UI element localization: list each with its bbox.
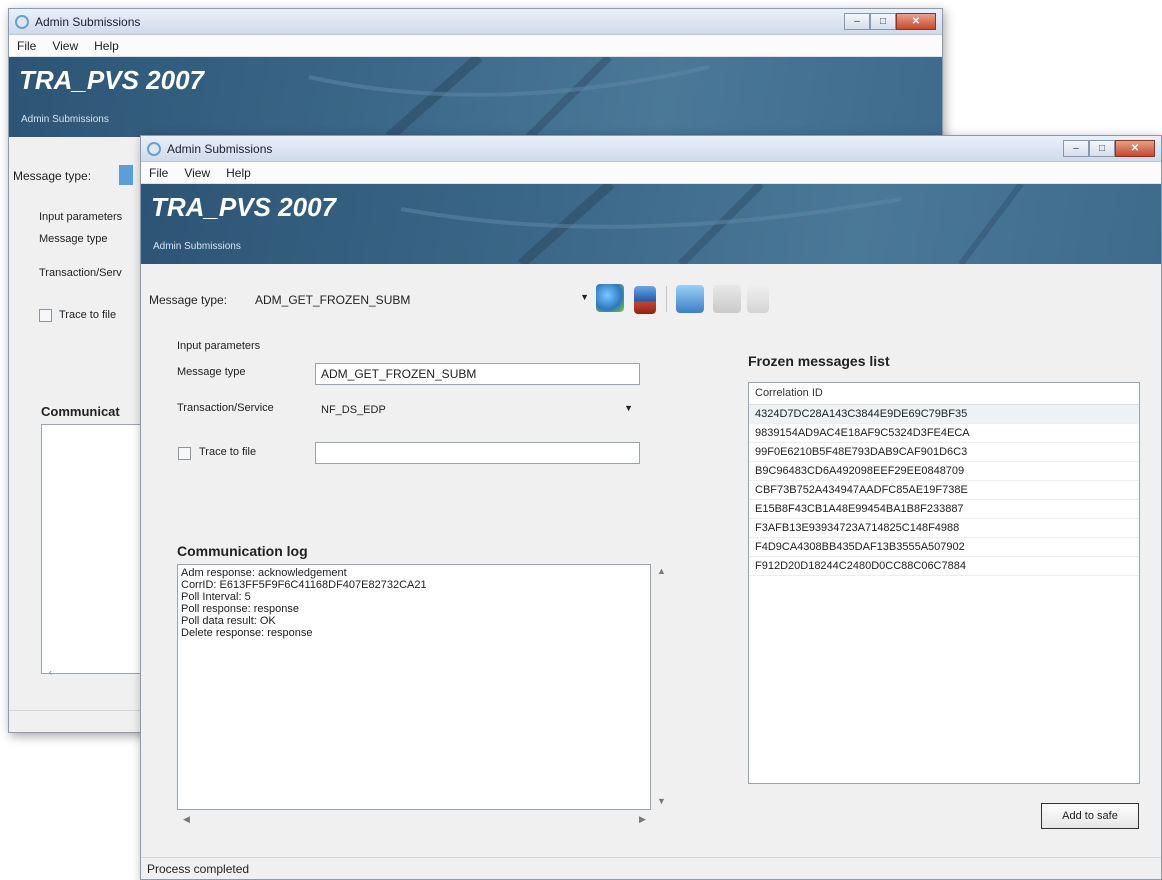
list-item[interactable]: 99F0E6210B5F48E793DAB9CAF901D6C3 <box>749 443 1139 462</box>
trace-to-file-label: Trace to file <box>59 309 117 321</box>
minimize-button[interactable]: – <box>844 13 870 30</box>
transaction-service-label: Transaction/Service <box>177 402 274 414</box>
banner: TRA_PVS 2007 Admin Submissions <box>141 184 1161 264</box>
list-item[interactable]: F4D9CA4308BB435DAF13B3555A507902 <box>749 538 1139 557</box>
close-button[interactable]: ✕ <box>896 13 936 30</box>
communication-log-title: Communicat <box>41 404 120 419</box>
list-item[interactable]: B9C96483CD6A492098EEF29EE0848709 <box>749 462 1139 481</box>
maximize-button[interactable]: □ <box>1089 140 1115 157</box>
menu-view[interactable]: View <box>52 39 78 53</box>
add-to-safe-button[interactable]: Add to safe <box>1041 803 1139 829</box>
log-line: Adm response: acknowledgement <box>181 567 347 579</box>
message-type-combo[interactable] <box>119 165 133 185</box>
banner-title: TRA_PVS 2007 <box>19 65 204 95</box>
window-title: Admin Submissions <box>167 141 273 156</box>
scroll-left-icon[interactable]: ◀ <box>183 814 190 825</box>
communication-log-box[interactable]: Adm response: acknowledgement CorrID: E6… <box>177 564 651 810</box>
trace-to-file-label: Trace to file <box>199 446 257 458</box>
chevron-down-icon: ▼ <box>624 403 633 413</box>
log-line: Poll Interval: 5 <box>181 591 251 603</box>
menu-view[interactable]: View <box>184 166 210 180</box>
trace-to-file-checkbox[interactable] <box>178 447 191 460</box>
status-bar: Process completed <box>141 857 1161 879</box>
front-window: Admin Submissions – □ ✕ File View Help T… <box>140 135 1162 880</box>
message-type-field-label: Message type <box>177 366 246 378</box>
message-type-value: ADM_GET_FROZEN_SUBM <box>255 293 411 307</box>
banner-subtitle: Admin Submissions <box>153 241 241 252</box>
transaction-service-value: NF_DS_EDP <box>321 404 386 416</box>
trace-to-file-checkbox[interactable] <box>39 309 52 322</box>
chevron-down-icon: ▼ <box>580 292 589 302</box>
scroll-left-icon[interactable]: ‹ <box>49 667 52 677</box>
banner: TRA_PVS 2007 Admin Submissions <box>9 57 942 137</box>
menu-bar: File View Help <box>141 162 1161 184</box>
log-line: Poll response: response <box>181 603 300 615</box>
correlation-id-column-header[interactable]: Correlation ID <box>749 383 1139 405</box>
frozen-messages-title: Frozen messages list <box>748 353 890 369</box>
database-icon[interactable] <box>634 286 656 314</box>
app-icon <box>147 141 161 156</box>
minimize-button[interactable]: – <box>1063 140 1089 157</box>
menu-file[interactable]: File <box>149 166 168 180</box>
input-parameters-label: Input parameters <box>177 340 261 352</box>
trace-file-input[interactable] <box>315 442 640 464</box>
communication-log-title: Communication log <box>177 543 308 559</box>
log-line: Poll data result: OK <box>181 615 276 627</box>
message-type-label: Message type: <box>13 169 92 183</box>
scroll-down-icon[interactable]: ▼ <box>657 796 666 806</box>
safe-icon[interactable] <box>676 285 704 313</box>
menu-help[interactable]: Help <box>94 39 119 53</box>
transaction-service-label: Transaction/Serv <box>39 267 122 279</box>
status-text: Process completed <box>147 862 250 876</box>
list-item[interactable]: 4324D7DC28A143C3844E9DE69C79BF35 <box>749 405 1139 424</box>
menu-file[interactable]: File <box>17 39 36 53</box>
window-title: Admin Submissions <box>35 14 141 29</box>
message-type-label: Message type: <box>149 293 228 307</box>
communication-log-box[interactable] <box>41 424 151 674</box>
title-bar[interactable]: Admin Submissions – □ ✕ <box>9 9 942 35</box>
copy-icon[interactable] <box>713 285 741 313</box>
list-item[interactable]: 9839154AD9AC4E18AF9C5324D3FE4ECA <box>749 424 1139 443</box>
list-item[interactable]: CBF73B752A434947AADFC85AE19F738E <box>749 481 1139 500</box>
transaction-service-select[interactable]: NF_DS_EDP ▼ <box>315 398 640 420</box>
refresh-icon[interactable] <box>596 284 624 312</box>
banner-title: TRA_PVS 2007 <box>151 192 336 222</box>
document-icon[interactable] <box>747 285 769 313</box>
list-item[interactable]: E15B8F43CB1A48E99454BA1B8F233887 <box>749 500 1139 519</box>
title-bar[interactable]: Admin Submissions – □ ✕ <box>141 136 1161 162</box>
menu-help[interactable]: Help <box>226 166 251 180</box>
maximize-button[interactable]: □ <box>870 13 896 30</box>
log-line: Delete response: response <box>181 627 313 639</box>
banner-subtitle: Admin Submissions <box>21 114 109 125</box>
list-item[interactable]: F912D20D18244C2480D0CC88C06C7884 <box>749 557 1139 576</box>
toolbar-separator <box>666 286 667 312</box>
menu-bar: File View Help <box>9 35 942 57</box>
list-item[interactable]: F3AFB13E93934723A714825C148F4988 <box>749 519 1139 538</box>
scroll-up-icon[interactable]: ▲ <box>657 566 666 576</box>
message-type-field-label: Message type <box>39 233 108 245</box>
input-parameters-label: Input parameters <box>39 211 123 223</box>
message-type-combo[interactable]: ADM_GET_FROZEN_SUBM ▼ <box>249 288 589 310</box>
log-line: CorrID: E613FF5F9F6C41168DF407E82732CA21 <box>181 579 427 591</box>
app-icon <box>15 14 29 29</box>
scroll-right-icon[interactable]: ▶ <box>639 814 646 825</box>
close-button[interactable]: ✕ <box>1115 140 1155 157</box>
frozen-messages-list[interactable]: Correlation ID 4324D7DC28A143C3844E9DE69… <box>748 382 1140 784</box>
message-type-field[interactable]: ADM_GET_FROZEN_SUBM <box>315 363 640 385</box>
